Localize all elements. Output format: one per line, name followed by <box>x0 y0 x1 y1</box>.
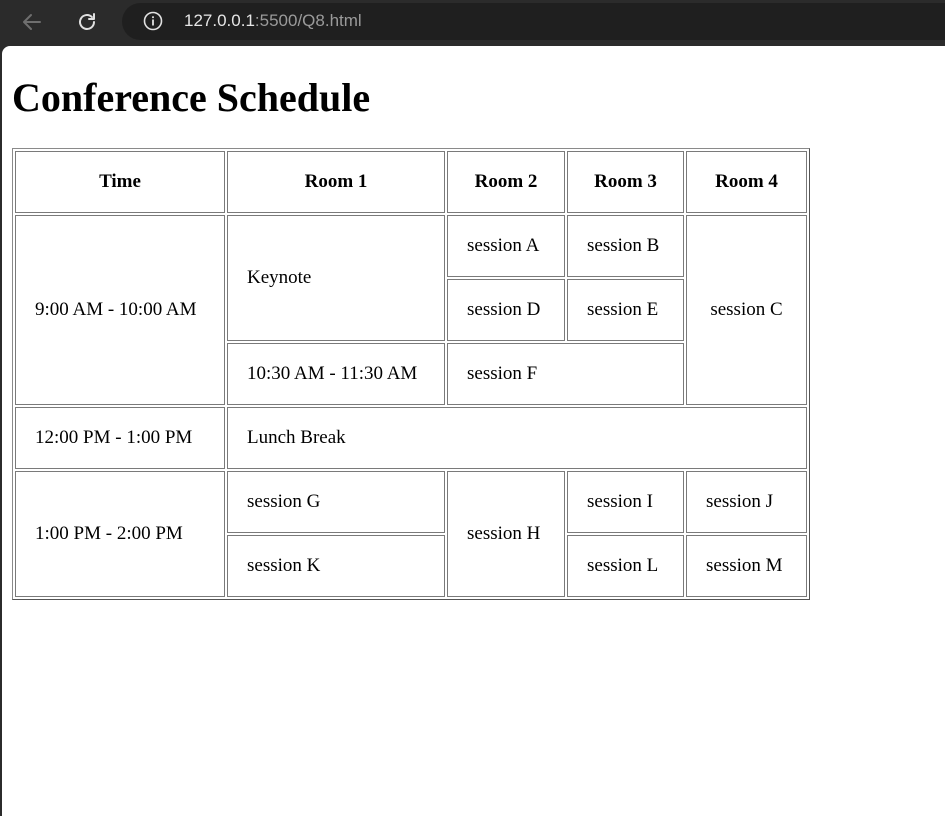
header-room-4: Room 4 <box>686 151 807 213</box>
header-room-1: Room 1 <box>227 151 445 213</box>
keynote-cell: Keynote <box>227 215 445 341</box>
schedule-table: Time Room 1 Room 2 Room 3 Room 4 9:00 AM… <box>12 148 810 600</box>
session-j-cell: session J <box>686 471 807 533</box>
url-text[interactable]: 127.0.0.1:5500/Q8.html <box>184 11 362 31</box>
url-host: 127.0.0.1 <box>184 11 255 30</box>
page-title: Conference Schedule <box>12 75 371 120</box>
session-b-cell: session B <box>567 215 684 277</box>
session-m-cell: session M <box>686 535 807 597</box>
site-info-icon[interactable] <box>143 11 163 31</box>
session-h-cell: session H <box>447 471 565 597</box>
back-button[interactable] <box>19 9 45 35</box>
time-cell: 1:00 PM - 2:00 PM <box>15 471 225 597</box>
session-k-cell: session K <box>227 535 445 597</box>
lunch-break-cell: Lunch Break <box>227 407 807 469</box>
session-g-cell: session G <box>227 471 445 533</box>
time-cell: 9:00 AM - 10:00 AM <box>15 215 225 405</box>
arrow-left-icon <box>23 14 41 30</box>
session-i-cell: session I <box>567 471 684 533</box>
header-time: Time <box>15 151 225 213</box>
session-f-cell: session F <box>447 343 684 405</box>
time-cell-secondary: 10:30 AM - 11:30 AM <box>227 343 445 405</box>
table-header-row: Time Room 1 Room 2 Room 3 Room 4 <box>15 151 807 213</box>
session-a-cell: session A <box>447 215 565 277</box>
browser-toolbar: 127.0.0.1:5500/Q8.html <box>0 0 945 46</box>
session-d-cell: session D <box>447 279 565 341</box>
header-room-2: Room 2 <box>447 151 565 213</box>
table-row: 12:00 PM - 1:00 PM Lunch Break <box>15 407 807 469</box>
url-path: :5500/Q8.html <box>254 11 362 30</box>
reload-icon <box>79 13 95 30</box>
table-row: 1:00 PM - 2:00 PM session G session H se… <box>15 471 807 597</box>
header-room-3: Room 3 <box>567 151 684 213</box>
time-cell: 12:00 PM - 1:00 PM <box>15 407 225 469</box>
session-c-cell: session C <box>686 215 807 405</box>
page-viewport: Conference Schedule Time Room 1 Room 2 R… <box>2 46 945 816</box>
reload-button[interactable] <box>74 9 100 35</box>
session-e-cell: session E <box>567 279 684 341</box>
table-row: 9:00 AM - 10:00 AM Keynote session A ses… <box>15 215 807 405</box>
session-l-cell: session L <box>567 535 684 597</box>
